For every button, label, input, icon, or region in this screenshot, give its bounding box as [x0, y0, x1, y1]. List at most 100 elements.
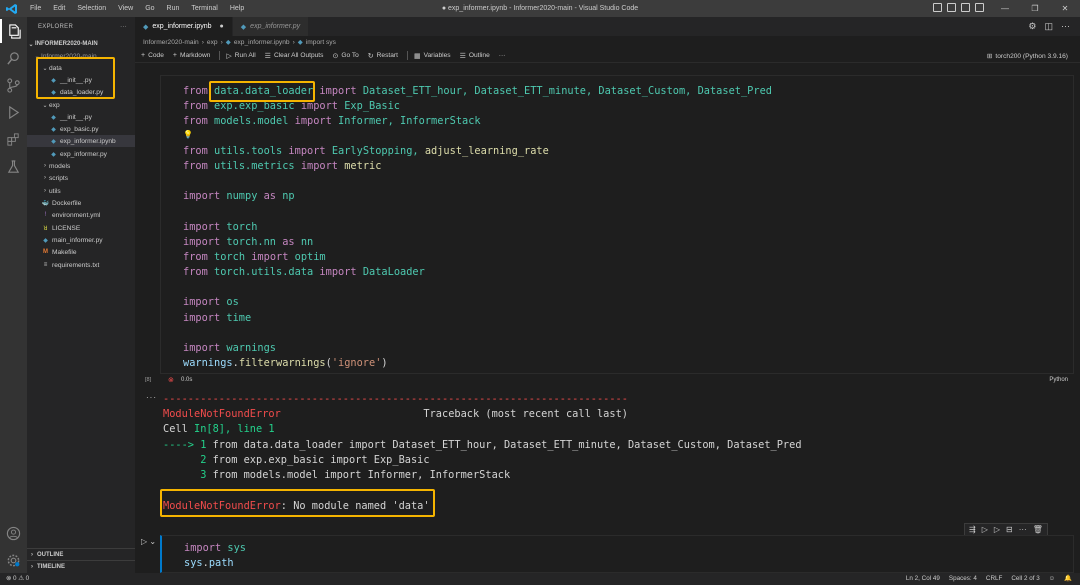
execute-above-icon[interactable]: ▷ [982, 525, 988, 534]
indentation[interactable]: Spaces: 4 [949, 573, 977, 585]
menu-help[interactable]: Help [224, 0, 250, 17]
menu-edit[interactable]: Edit [47, 0, 71, 17]
menu-go[interactable]: Go [139, 0, 160, 17]
source-control-icon[interactable] [0, 73, 27, 97]
feedback-icon[interactable]: ☺ [1049, 573, 1055, 585]
add-markdown-cell-button[interactable]: + Markdown [173, 52, 211, 59]
toggle-secondary-sidebar-icon[interactable] [961, 3, 970, 12]
highlight-box-module [209, 81, 315, 102]
timeline-section[interactable]: › TIMELINE [27, 560, 135, 572]
cursor-position[interactable]: Ln 2, Col 49 [906, 573, 940, 585]
delete-cell-icon[interactable]: 🗑 [1033, 525, 1043, 534]
settings-gear-icon[interactable]: ⚙ [1028, 21, 1036, 32]
chevron-down-icon: ⌄ [28, 41, 34, 48]
notebook-file-icon: ◆ [225, 39, 231, 46]
kernel-picker[interactable]: ⊞ torch200 (Python 3.9.16) [987, 49, 1068, 63]
toolbar-more-button[interactable]: ··· [499, 52, 506, 59]
tree-item-requirements[interactable]: ≡ requirements.txt [27, 259, 135, 271]
manage-gear-icon[interactable] [0, 548, 27, 572]
breadcrumb-item[interactable]: exp_informer.ipynb [234, 39, 290, 46]
tree-item-exp-basic[interactable]: ◆ exp_basic.py [27, 123, 135, 135]
code-line: import torch [183, 221, 258, 233]
breadcrumb-item[interactable]: import sys [306, 39, 336, 46]
run-debug-icon[interactable] [0, 100, 27, 124]
cell-index[interactable]: Cell 2 of 3 [1011, 573, 1039, 585]
goto-button[interactable]: ⊙ Go To [332, 52, 358, 60]
code-line: warnings.filterwarnings('ignore') [183, 357, 388, 369]
close-window-button[interactable]: ✕ [1050, 0, 1080, 17]
split-cell-icon[interactable]: ⊟ [1006, 525, 1013, 534]
testing-icon[interactable] [0, 154, 27, 178]
accounts-icon[interactable] [0, 521, 27, 545]
outline-button[interactable]: ☰ Outline [460, 52, 490, 60]
unsaved-dot-icon[interactable]: ● [220, 23, 224, 30]
add-code-cell-button[interactable]: + Code [141, 52, 164, 59]
chevron-right-icon: › [44, 188, 46, 194]
tree-item-models[interactable]: › models [27, 160, 135, 172]
run-all-button[interactable]: ▷ Run All [226, 52, 255, 60]
editor-actions: ⚙ ◫ ··· [1028, 21, 1070, 32]
explorer-icon[interactable] [0, 19, 27, 43]
tab-exp-informer-py[interactable]: ◆ exp_informer.py [232, 17, 310, 36]
problems-indicator[interactable]: ⊗ 0 ⚠ 0 [6, 573, 29, 585]
chevron-right-icon: › [31, 563, 33, 570]
cell-more-icon[interactable]: ··· [1019, 525, 1027, 534]
customize-layout-icon[interactable] [975, 3, 984, 12]
menu-view[interactable]: View [112, 0, 139, 17]
tree-item-exp-init[interactable]: ◆ __init__.py [27, 111, 135, 123]
restore-button[interactable]: ❐ [1020, 0, 1050, 17]
python-file-icon: ◆ [51, 126, 56, 133]
clear-outputs-button[interactable]: ☰ Clear All Outputs [265, 52, 324, 60]
line-ending[interactable]: CRLF [986, 573, 1002, 585]
breadcrumb-item[interactable]: exp [207, 39, 218, 46]
makefile-icon: M [43, 249, 48, 255]
goto-icon: ⊙ [332, 52, 339, 60]
cell-language[interactable]: Python [1049, 377, 1068, 383]
notifications-bell-icon[interactable]: 🔔 [1064, 573, 1072, 585]
chevron-right-icon: › [220, 38, 223, 46]
run-by-line-icon[interactable]: ⇶ [969, 525, 976, 534]
extensions-icon[interactable] [0, 127, 27, 151]
tab-exp-informer-ipynb[interactable]: ◆ exp_informer.ipynb ● [135, 17, 233, 36]
restart-button[interactable]: ↻ Restart [368, 52, 398, 60]
tree-item-makefile[interactable]: M Makefile [27, 246, 135, 258]
toggle-sidebar-icon[interactable] [933, 3, 942, 12]
output-line: ----------------------------------------… [163, 393, 628, 405]
chevron-right-icon: › [44, 175, 46, 181]
menu-terminal[interactable]: Terminal [185, 0, 223, 17]
tree-item-scripts[interactable]: › scripts [27, 172, 135, 184]
tree-item-exp-informer-ipynb[interactable]: ◆ exp_informer.ipynb [27, 135, 135, 147]
tree-item-license[interactable]: ꓤ LICENSE [27, 222, 135, 234]
menu-file[interactable]: File [24, 0, 47, 17]
variables-button[interactable]: ▦ Variables [414, 52, 451, 60]
execute-below-icon[interactable]: ▷ [994, 525, 1000, 534]
minimize-button[interactable]: — [990, 0, 1020, 17]
more-actions-icon[interactable]: ··· [1061, 21, 1070, 32]
outline-section[interactable]: › OUTLINE [27, 548, 135, 560]
explorer-sidebar: EXPLORER ··· ⌄ INFORMER2020-MAIN ⌄ Infor… [27, 17, 135, 573]
workspace-root[interactable]: ⌄ INFORMER2020-MAIN [27, 38, 135, 50]
lightbulb-icon[interactable]: 💡 [183, 128, 193, 141]
tree-item-main-informer[interactable]: ◆ main_informer.py [27, 234, 135, 246]
run-cell-button[interactable]: ▷ ⌄ [141, 537, 156, 546]
tree-item-utils[interactable]: › utils [27, 185, 135, 197]
breadcrumb-item[interactable]: Informer2020-main [143, 39, 199, 46]
explorer-more-button[interactable]: ··· [120, 24, 127, 30]
tree-item-dockerfile[interactable]: 🐳 Dockerfile [27, 197, 135, 209]
code-line: import numpy as np [183, 190, 295, 202]
search-icon[interactable] [0, 46, 27, 70]
code-line: sys.path [184, 557, 234, 569]
notebook-file-icon: ◆ [51, 138, 56, 145]
menu-run[interactable]: Run [161, 0, 186, 17]
toggle-panel-icon[interactable] [947, 3, 956, 12]
output-more-icon[interactable]: ··· [146, 393, 157, 402]
chevron-down-icon: ⌄ [42, 102, 48, 109]
tree-item-exp[interactable]: ⌄ exp [27, 99, 135, 111]
tree-item-exp-informer-py[interactable]: ◆ exp_informer.py [27, 148, 135, 160]
split-editor-icon[interactable]: ◫ [1044, 21, 1053, 32]
menu-selection[interactable]: Selection [71, 0, 112, 17]
status-bar: ⊗ 0 ⚠ 0 Ln 2, Col 49 Spaces: 4 CRLF Cell… [0, 573, 1080, 585]
code-cell[interactable]: from data.data_loader import Dataset_ETT… [160, 75, 1074, 374]
tree-item-environment[interactable]: ! environment.yml [27, 209, 135, 221]
code-cell-2[interactable]: import sys sys.path [160, 535, 1074, 573]
